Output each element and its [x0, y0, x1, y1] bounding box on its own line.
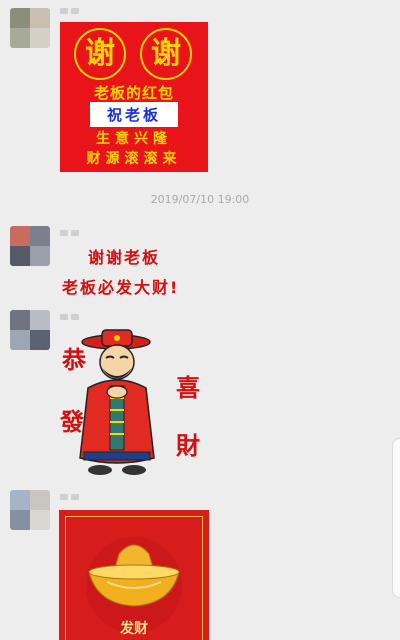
sender-name-blurred: [60, 230, 79, 238]
sticker-line: 老板的红包: [93, 84, 174, 102]
blessing-char: 財: [176, 431, 200, 460]
sender-name-blurred: [60, 8, 79, 16]
avatar[interactable]: [10, 226, 50, 266]
avatar[interactable]: [10, 8, 50, 48]
sender-name-blurred: [60, 494, 79, 502]
circle-char: 谢: [140, 28, 192, 80]
sender-name-blurred: [60, 314, 79, 322]
blessing-char: 發: [60, 407, 84, 436]
blessing-char: 喜: [176, 373, 200, 402]
god-of-wealth-sticker[interactable]: 恭 發 喜 財: [58, 328, 208, 480]
gold-ingot-sticker[interactable]: 发财: [59, 510, 209, 640]
sticker-line: 谢谢老板: [88, 248, 161, 267]
thanks-red-envelope-sticker[interactable]: 谢 谢 老板的红包 祝老板 生意兴隆 财源滚滚来: [60, 22, 208, 172]
avatar[interactable]: [10, 490, 50, 530]
sticker-line: 老板必发大财!: [62, 278, 180, 297]
sticker-glyph: 发财: [120, 621, 148, 637]
scroll-handle[interactable]: [392, 438, 400, 598]
circle-char: 谢: [74, 28, 126, 80]
sticker-line: 祝老板: [90, 102, 178, 127]
message-timestamp: 2019/07/10 19:00: [150, 193, 250, 206]
sticker-line: 生意兴隆: [96, 131, 172, 147]
avatar[interactable]: [10, 310, 50, 350]
blessing-char: 恭: [62, 345, 86, 374]
sticker-line: 财源滚滚来: [86, 151, 182, 167]
